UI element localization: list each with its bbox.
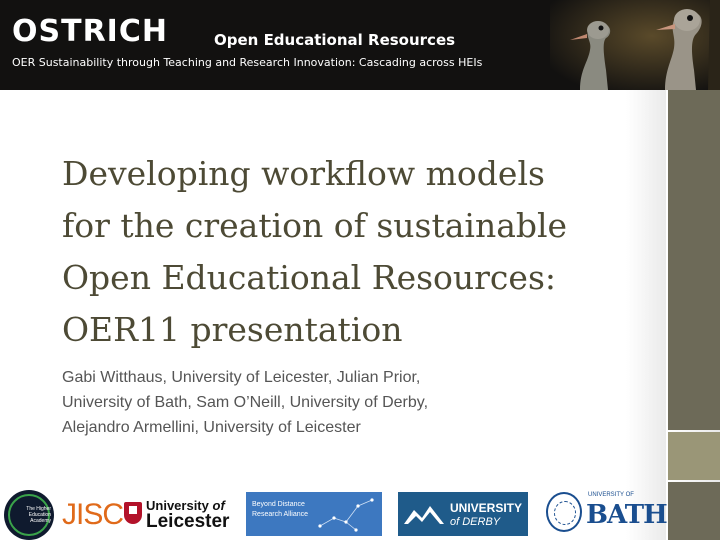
brand-name: OSTRICH xyxy=(12,14,168,49)
slide-authors: Gabi Witthaus, University of Leicester, … xyxy=(62,365,532,440)
title-line: OER11 presentation xyxy=(62,310,403,349)
title-line: for the creation of sustainable xyxy=(62,206,568,245)
banner-tagline: Open Educational Resources xyxy=(214,31,456,49)
author-line: University of Bath, Sam O’Neill, Univers… xyxy=(62,394,429,411)
leicester-shield-icon xyxy=(124,502,142,524)
constellation-icon xyxy=(318,498,374,532)
side-decoration xyxy=(666,90,720,540)
side-shadow xyxy=(626,90,666,540)
jisc-logo: JISC xyxy=(62,498,124,531)
ostrich-image xyxy=(550,0,720,90)
header-banner: OSTRICH Open Educational Resources OER S… xyxy=(0,0,720,90)
derby-logo: UNIVERSITY of DERBY xyxy=(398,492,528,536)
hea-logo-text: The Higher Education Academy xyxy=(26,506,51,524)
hea-logo: The Higher Education Academy xyxy=(4,490,54,540)
bath-crest-icon xyxy=(546,492,582,532)
partner-logos: The Higher Education Academy JISC Univer… xyxy=(0,488,668,540)
title-line: Developing workflow models xyxy=(62,154,545,193)
side-block-middle xyxy=(668,432,720,480)
title-line: Open Educational Resources: xyxy=(62,258,557,297)
bath-logo-top: UNIVERSITY OF xyxy=(588,492,634,498)
author-line: Alejandro Armellini, University of Leice… xyxy=(62,419,361,436)
side-block-bottom xyxy=(668,482,720,540)
side-block-top xyxy=(668,90,720,430)
slide-title: Developing workflow models for the creat… xyxy=(62,148,622,356)
hills-icon xyxy=(404,506,444,524)
author-line: Gabi Witthaus, University of Leicester, … xyxy=(62,369,421,386)
banner-subtitle: OER Sustainability through Teaching and … xyxy=(12,56,483,69)
leicester-logo-name: Leicester xyxy=(146,511,230,532)
bdra-logo: Beyond Distance Research Alliance xyxy=(246,492,382,536)
bath-logo-name: BATH xyxy=(586,500,668,530)
